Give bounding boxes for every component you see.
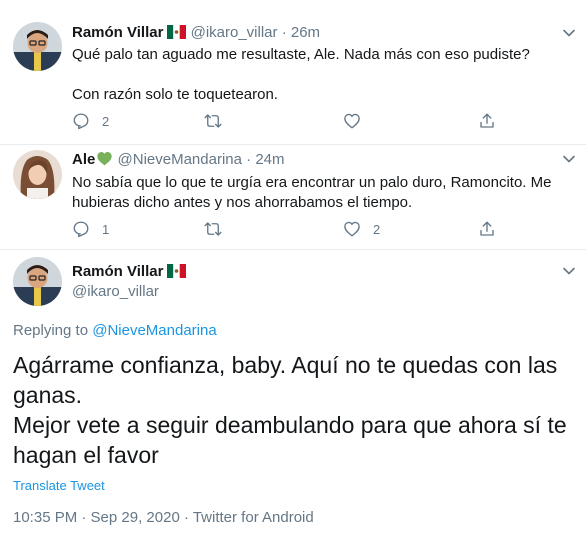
tweet-2[interactable]: Ale @NieveMandarina · 24m No sabía que l…: [0, 145, 586, 249]
chevron-down-icon[interactable]: [562, 264, 576, 278]
tweet-1[interactable]: Ramón Villar @ikaro_villar · 26m Qué pal…: [0, 0, 586, 145]
like-button[interactable]: [343, 111, 361, 131]
reply-button[interactable]: 1: [72, 219, 109, 239]
replying-to-label: Replying to: [13, 322, 89, 339]
heart-icon: [344, 113, 360, 129]
mexico-flag-icon: [167, 25, 187, 45]
retweet-button[interactable]: [204, 219, 222, 239]
avatar-ramon-image: [13, 22, 62, 71]
tweet-header: Ramón Villar @ikaro_villar · 26m: [72, 23, 320, 45]
timestamp[interactable]: 26m: [291, 24, 320, 41]
replying-to-mention[interactable]: @NieveMandarina: [92, 322, 216, 339]
display-name[interactable]: Ale: [72, 151, 95, 168]
separator-dot: ·: [246, 151, 252, 168]
tweet-actions: 2: [72, 111, 512, 131]
replying-to: Replying to @NieveMandarina: [13, 322, 217, 339]
focused-name-row: Ramón Villar: [72, 262, 187, 284]
tweet-actions: 1 2: [72, 219, 512, 239]
tweet-text-line: Con razón solo te toquetearon.: [72, 86, 278, 103]
tweet-text: Qué palo tan aguado me resultaste, Ale. …: [72, 45, 572, 105]
mexico-flag-icon: [167, 264, 187, 284]
focused-handle-row: @ikaro_villar: [72, 282, 159, 302]
share-button[interactable]: [478, 219, 496, 239]
separator-dot: ·: [281, 24, 287, 41]
reply-icon: [73, 113, 89, 130]
reply-count: 1: [102, 221, 110, 237]
retweet-icon: [204, 222, 222, 236]
share-button[interactable]: [478, 111, 496, 131]
avatar[interactable]: [13, 150, 62, 199]
avatar-ale-image: [13, 150, 62, 199]
green-heart-emoji-icon: [96, 151, 113, 172]
tweet-text-line: Qué palo tan aguado me resultaste, Ale. …: [72, 46, 530, 63]
tweet-header: Ale @NieveMandarina · 24m: [72, 150, 285, 172]
reply-count: 2: [102, 113, 110, 129]
like-count: 2: [373, 221, 381, 237]
heart-icon: [344, 221, 360, 237]
reply-icon: [73, 221, 89, 238]
retweet-icon: [204, 114, 222, 128]
tweet-text: No sabía que lo que te urgía era encontr…: [72, 174, 552, 211]
chevron-down-icon[interactable]: [562, 26, 576, 40]
focused-tweet-text: Agárrame confianza, baby. Aquí no te que…: [13, 350, 578, 470]
avatar-ramon-image: [13, 257, 62, 306]
display-name[interactable]: Ramón Villar: [72, 263, 163, 280]
share-icon: [480, 113, 494, 128]
like-button[interactable]: 2: [343, 219, 380, 239]
reply-button[interactable]: 2: [72, 111, 109, 131]
tweet-timestamp-source[interactable]: 10:35 PM · Sep 29, 2020 · Twitter for An…: [13, 509, 314, 526]
focused-text-line-2: Mejor vete a seguir deambulando para que…: [13, 412, 567, 468]
avatar[interactable]: [13, 257, 62, 306]
username[interactable]: @NieveMandarina: [118, 151, 242, 168]
display-name[interactable]: Ramón Villar: [72, 24, 163, 41]
translate-tweet-link[interactable]: Translate Tweet: [13, 478, 105, 493]
share-icon: [480, 221, 494, 236]
retweet-button[interactable]: [204, 111, 222, 131]
focused-text-line-1: Agárrame confianza, baby. Aquí no te que…: [13, 352, 558, 408]
username[interactable]: @ikaro_villar: [191, 24, 278, 41]
avatar[interactable]: [13, 22, 62, 71]
chevron-down-icon[interactable]: [562, 152, 576, 166]
username[interactable]: @ikaro_villar: [72, 283, 159, 300]
timestamp[interactable]: 24m: [255, 151, 284, 168]
